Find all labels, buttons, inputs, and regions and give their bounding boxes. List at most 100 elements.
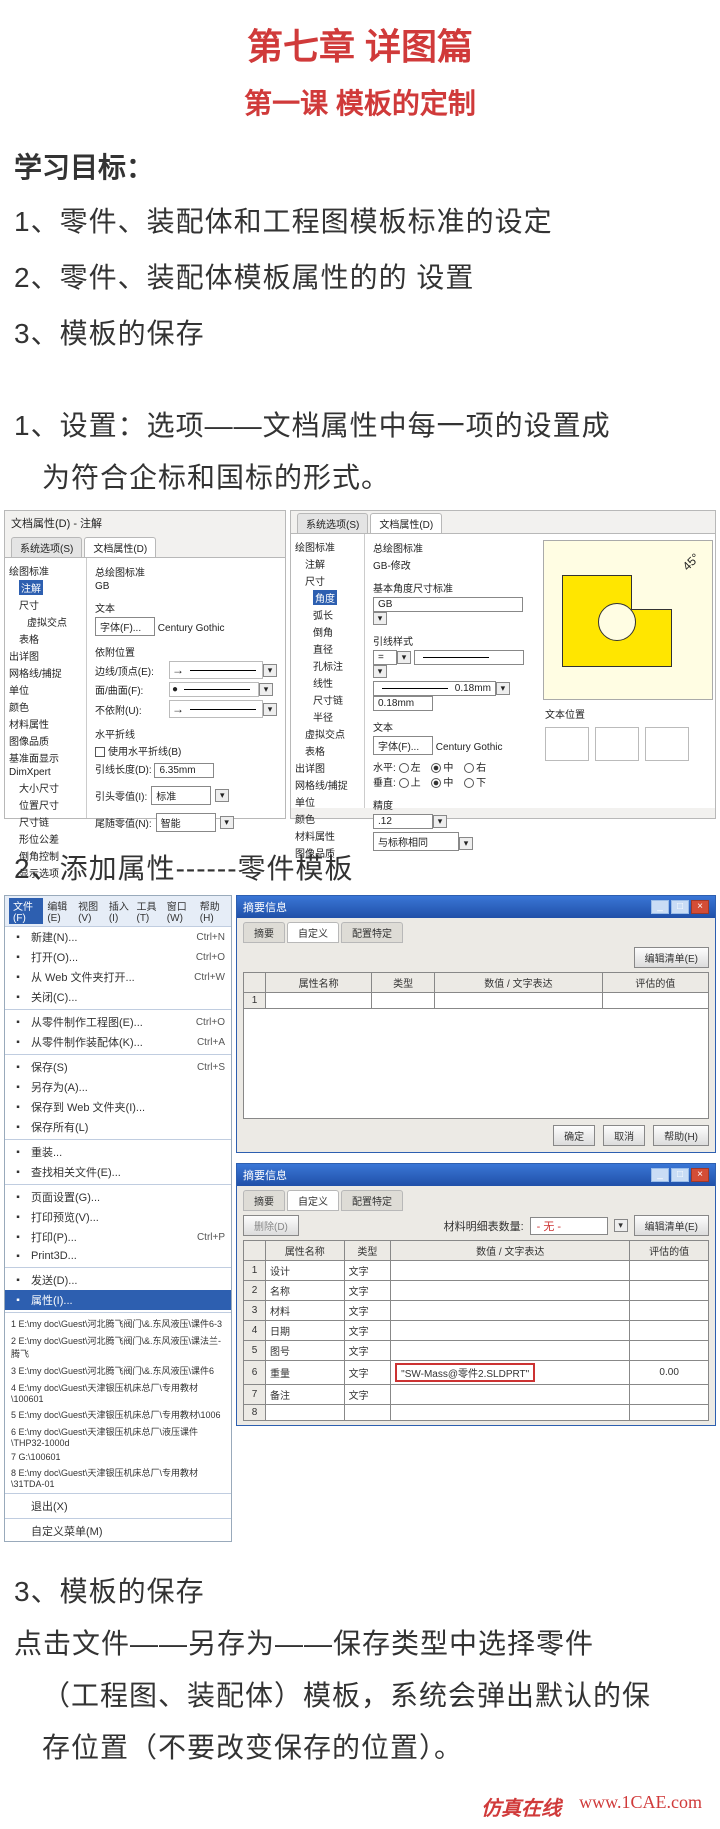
table-row[interactable]: 7备注文字 xyxy=(244,1385,709,1405)
tab-custom[interactable]: 自定义 xyxy=(287,1190,339,1211)
tree-item[interactable]: 尺寸 xyxy=(9,596,82,613)
tree-item[interactable]: 虚拟交点 xyxy=(9,613,82,630)
dropdown-icon[interactable]: ▾ xyxy=(373,612,387,625)
dropdown-icon[interactable]: ▾ xyxy=(263,703,277,716)
tree-item[interactable]: 大小尺寸 xyxy=(9,779,82,796)
tab-config-specific[interactable]: 配置特定 xyxy=(341,1190,403,1211)
tree-item[interactable]: 虚拟交点 xyxy=(295,725,360,742)
tab-summary[interactable]: 摘要 xyxy=(243,922,285,943)
menu-item[interactable]: ▪查找相关文件(E)... xyxy=(5,1162,231,1182)
tree-item[interactable]: 注解 xyxy=(295,555,360,572)
options-tree[interactable]: 绘图标准 注解 尺寸 角度 弧长 倒角 直径 孔标注 线性 尺寸链 半径 虚拟交… xyxy=(291,534,365,808)
table-row[interactable]: 6重量文字"SW-Mass@零件2.SLDPRT"0.00 xyxy=(244,1361,709,1385)
menu-tools[interactable]: 工具(T) xyxy=(136,898,162,924)
menu-file[interactable]: 文件(F) xyxy=(9,898,43,924)
ok-button[interactable]: 确定 xyxy=(553,1125,595,1146)
menu-item[interactable]: ▪打印预览(V)... xyxy=(5,1207,231,1227)
tree-item[interactable]: DimXpert xyxy=(9,766,82,779)
tree-item[interactable]: 弧长 xyxy=(295,606,360,623)
thickness-select[interactable]: 0.18mm xyxy=(373,681,496,696)
tree-item[interactable]: 图像品质 xyxy=(9,732,82,749)
arrow-style-select[interactable]: → xyxy=(169,661,263,679)
close-icon[interactable]: × xyxy=(691,1168,709,1182)
menu-item[interactable]: ▪发送(D)... xyxy=(5,1270,231,1290)
custom-thickness-input[interactable]: 0.18mm xyxy=(373,696,433,711)
tree-item[interactable]: 表格 xyxy=(9,630,82,647)
help-button[interactable]: 帮助(H) xyxy=(653,1125,709,1146)
edit-list-button[interactable]: 编辑清单(E) xyxy=(634,947,709,968)
tree-item[interactable]: 尺寸链 xyxy=(9,813,82,830)
table-row[interactable]: 3材料文字 xyxy=(244,1301,709,1321)
menu-item[interactable]: ▪打印(P)...Ctrl+P xyxy=(5,1227,231,1247)
dropdown-icon[interactable]: ▾ xyxy=(259,683,273,696)
tree-item[interactable]: 角度 xyxy=(295,589,360,606)
tree-item[interactable]: 网格线/捕捉 xyxy=(295,776,360,793)
maximize-icon[interactable]: □ xyxy=(671,900,689,914)
menu-item[interactable]: ▪重装... xyxy=(5,1142,231,1162)
menu-customize[interactable]: 自定义菜单(M) xyxy=(5,1521,231,1541)
radio-bottom[interactable] xyxy=(464,778,474,788)
basic-std-select[interactable]: GB xyxy=(373,597,523,612)
table-row[interactable]: 8 xyxy=(244,1405,709,1421)
font-button[interactable]: 字体(F)... xyxy=(373,736,433,755)
dropdown-icon[interactable]: ▾ xyxy=(263,664,277,677)
font-button[interactable]: 字体(F)... xyxy=(95,617,155,636)
recent-file[interactable]: 4 E:\my doc\Guest\天津银压机床总厂\专用教材\100601 xyxy=(5,1379,231,1406)
tree-item[interactable]: 绘图标准 xyxy=(295,538,360,555)
tree-item[interactable]: 半径 xyxy=(295,708,360,725)
tab-custom[interactable]: 自定义 xyxy=(287,922,339,943)
arrow-style-select[interactable]: ● xyxy=(169,682,259,697)
menu-exit[interactable]: 退出(X) xyxy=(5,1496,231,1516)
menu-item[interactable]: ▪保存到 Web 文件夹(I)... xyxy=(5,1097,231,1117)
dropdown-icon[interactable]: ▾ xyxy=(614,1219,628,1232)
tree-item[interactable]: 表格 xyxy=(295,742,360,759)
dropdown-icon[interactable]: ▾ xyxy=(433,815,447,828)
tab-system-options[interactable]: 系统选项(S) xyxy=(11,537,82,557)
table-row[interactable]: 2名称文字 xyxy=(244,1281,709,1301)
tree-item[interactable]: 单位 xyxy=(295,793,360,810)
tree-item[interactable]: 基准面显示 xyxy=(9,749,82,766)
tree-item[interactable]: 尺寸 xyxy=(295,572,360,589)
menu-window[interactable]: 窗口(W) xyxy=(167,898,196,924)
tree-item[interactable]: 网格线/捕捉 xyxy=(9,664,82,681)
menu-item[interactable]: ▪关闭(C)... xyxy=(5,987,231,1007)
tree-item[interactable]: 位置尺寸 xyxy=(9,796,82,813)
dropdown-icon[interactable]: ▾ xyxy=(220,816,234,829)
arrow-style-select[interactable]: → xyxy=(169,700,263,718)
tree-item[interactable]: 倒角 xyxy=(295,623,360,640)
tree-item[interactable]: 出详图 xyxy=(9,647,82,664)
tree-item[interactable]: 材料属性 xyxy=(295,827,360,844)
menu-item[interactable]: ▪页面设置(G)... xyxy=(5,1187,231,1207)
delete-button[interactable]: 删除(D) xyxy=(243,1215,299,1236)
tree-item[interactable]: 尺寸链 xyxy=(295,691,360,708)
edit-list-button[interactable]: 编辑清单(E) xyxy=(634,1215,709,1236)
tolerance-precision-select[interactable]: 与标称相同 xyxy=(373,832,459,851)
menu-edit[interactable]: 编辑(E) xyxy=(47,898,74,924)
menu-item[interactable]: ▪从零件制作装配体(K)...Ctrl+A xyxy=(5,1032,231,1052)
tree-item[interactable]: 绘图标准 xyxy=(9,562,82,579)
table-row[interactable]: 1设计文字 xyxy=(244,1261,709,1281)
tree-item[interactable]: 单位 xyxy=(9,681,82,698)
menu-item[interactable]: ▪保存所有(L) xyxy=(5,1117,231,1137)
menu-view[interactable]: 视图(V) xyxy=(78,898,105,924)
menu-item[interactable]: ▪从 Web 文件夹打开...Ctrl+W xyxy=(5,967,231,987)
close-icon[interactable]: × xyxy=(691,900,709,914)
recent-file[interactable]: 5 E:\my doc\Guest\天津银压机床总厂\专用教材\1006 xyxy=(5,1406,231,1423)
radio-top[interactable] xyxy=(399,778,409,788)
tab-document-properties[interactable]: 文档属性(D) xyxy=(370,513,442,533)
dropdown-icon[interactable]: ▾ xyxy=(215,789,229,802)
dropdown-icon[interactable]: ▾ xyxy=(397,651,411,664)
minimize-icon[interactable]: _ xyxy=(651,1168,669,1182)
line-weight-select[interactable] xyxy=(414,650,524,665)
tree-item[interactable]: 直径 xyxy=(295,640,360,657)
tree-item[interactable]: 出详图 xyxy=(295,759,360,776)
menu-item[interactable]: ▪属性(I)... xyxy=(5,1290,231,1310)
menu-item[interactable]: ▪打开(O)...Ctrl+O xyxy=(5,947,231,967)
checkbox-hbreak[interactable] xyxy=(95,747,105,757)
tree-item[interactable]: 颜色 xyxy=(295,810,360,827)
menu-help[interactable]: 帮助(H) xyxy=(200,898,227,924)
tree-item[interactable]: 注解 xyxy=(9,579,82,596)
recent-file[interactable]: 6 E:\my doc\Guest\天津银压机床总厂\液压课件\THP32-10… xyxy=(5,1423,231,1450)
dropdown-icon[interactable]: ▾ xyxy=(496,682,510,695)
menu-item[interactable]: ▪新建(N)...Ctrl+N xyxy=(5,927,231,947)
